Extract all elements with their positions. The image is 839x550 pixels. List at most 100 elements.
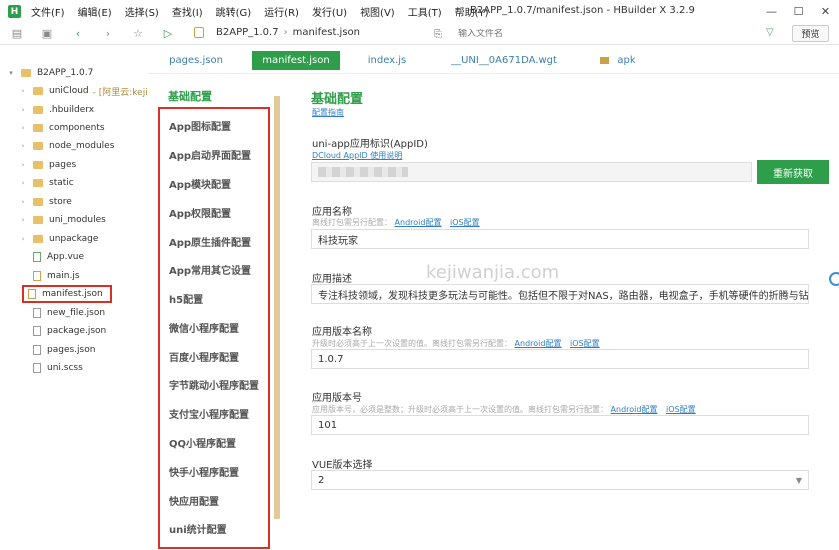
chevron-right-icon[interactable]: ›	[18, 124, 28, 132]
chevron-right-icon[interactable]: ›	[18, 216, 28, 224]
page-title: 基础配置	[311, 92, 364, 107]
tab-wgt[interactable]: __UNI__0A671DA.wgt	[440, 51, 568, 70]
app-desc-input[interactable]: 专注科技领域，发现科技更多玩法与可能性。包括但不限于对NAS，路由器，电视盒子，…	[311, 284, 809, 304]
chevron-right-icon[interactable]: ›	[18, 87, 28, 95]
version-code-input[interactable]: 101	[311, 415, 809, 435]
nav-app-other[interactable]: App常用其它设置	[169, 262, 251, 277]
hint-text: 升级时必须高于上一次设置的值。离线打包需另行配置：	[312, 339, 512, 348]
ios-config-link[interactable]: iOS配置	[666, 405, 696, 414]
run-icon[interactable]: ▷	[161, 26, 175, 40]
tab-pages-json[interactable]: pages.json	[158, 51, 234, 70]
tree-item-label: uniCloud	[49, 86, 89, 96]
tab-apk[interactable]: apk	[600, 51, 636, 70]
tree-item-hbuilderx[interactable]: › .hbuilderx	[18, 101, 166, 119]
filter-icon[interactable]: ▽	[766, 27, 774, 38]
star-icon[interactable]: ☆	[131, 26, 145, 40]
chevron-right-icon[interactable]: ›	[18, 142, 28, 150]
hbuilder-logo-icon: H	[8, 5, 21, 18]
appid-field[interactable]	[311, 162, 752, 182]
nav-app-splash[interactable]: App启动界面配置	[169, 147, 251, 162]
close-icon[interactable]: ✕	[812, 0, 839, 23]
breadcrumb-project[interactable]: B2APP_1.0.7	[216, 27, 279, 38]
menu-tools[interactable]: 工具(T)	[408, 4, 442, 19]
folder-icon	[33, 106, 43, 114]
chevron-down-icon[interactable]: ▾	[6, 69, 16, 77]
chevron-right-icon[interactable]: ›	[18, 235, 28, 243]
tree-item-store[interactable]: › store	[18, 193, 166, 211]
tree-item-label: unpackage	[49, 234, 99, 244]
menu-goto[interactable]: 跳转(G)	[216, 4, 252, 19]
chevron-right-icon[interactable]: ›	[18, 198, 28, 206]
side-panel-toggle-icon[interactable]	[829, 272, 839, 286]
menu-find[interactable]: 查找(I)	[172, 4, 203, 19]
nav-app-icon[interactable]: App图标配置	[169, 118, 231, 133]
menu-file[interactable]: 文件(F)	[31, 4, 65, 19]
nav-uni-stat[interactable]: uni统计配置	[169, 521, 227, 536]
preview-button[interactable]: 预览	[792, 25, 829, 42]
android-config-link[interactable]: Android配置	[515, 339, 562, 348]
ios-config-link[interactable]: iOS配置	[570, 339, 600, 348]
tree-item-pages[interactable]: › pages	[18, 156, 166, 174]
config-guide-link[interactable]: 配置指南	[312, 107, 344, 118]
tree-item-static[interactable]: › static	[18, 174, 166, 192]
tree-item-label: uni.scss	[47, 363, 83, 373]
menu-view[interactable]: 视图(V)	[360, 4, 395, 19]
appid-help-link[interactable]: DCloud AppID 使用说明	[312, 150, 402, 161]
tree-item-label: pages.json	[47, 345, 96, 355]
ios-config-link[interactable]: iOS配置	[450, 218, 480, 227]
folder-icon	[33, 198, 43, 206]
nav-app-native-plugins[interactable]: App原生插件配置	[169, 234, 251, 249]
nav-quickapp[interactable]: 快应用配置	[169, 493, 219, 508]
file-search: ⎘	[434, 26, 784, 42]
new-file-icon[interactable]: ▤	[10, 26, 24, 40]
version-name-hint: 升级时必须高于上一次设置的值。离线打包需另行配置： Android配置 iOS配…	[312, 338, 600, 349]
nav-h5[interactable]: h5配置	[169, 291, 203, 306]
menu-select[interactable]: 选择(S)	[125, 4, 159, 19]
tab-index-js[interactable]: index.js	[358, 51, 416, 70]
back-icon[interactable]: ‹	[71, 26, 85, 40]
version-code-label: 应用版本号	[312, 393, 362, 404]
chevron-right-icon[interactable]: ›	[18, 106, 28, 114]
nav-app-permissions[interactable]: App权限配置	[169, 205, 231, 220]
android-config-link[interactable]: Android配置	[395, 218, 442, 227]
save-icon[interactable]: ▣	[40, 26, 54, 40]
tree-item-components[interactable]: › components	[18, 119, 166, 137]
maximize-icon[interactable]: ☐	[785, 0, 812, 23]
nav-qq-mp[interactable]: QQ小程序配置	[169, 435, 236, 450]
android-config-link[interactable]: Android配置	[611, 405, 658, 414]
tree-item-label: node_modules	[49, 141, 115, 151]
file-search-input[interactable]	[458, 29, 758, 39]
nav-alipay-mp[interactable]: 支付宝小程序配置	[169, 406, 249, 421]
tree-item-root[interactable]: ▾ B2APP_1.0.7	[6, 64, 154, 82]
nav-basic-config[interactable]: 基础配置	[168, 88, 212, 104]
tree-item-node-modules[interactable]: › node_modules	[18, 137, 166, 155]
chevron-right-icon[interactable]: ›	[18, 179, 28, 187]
nav-bytedance-mp[interactable]: 字节跳动小程序配置	[169, 377, 259, 392]
menu-edit[interactable]: 编辑(E)	[78, 4, 112, 19]
regenerate-appid-button[interactable]: 重新获取	[757, 160, 829, 184]
app-name-input[interactable]: 科技玩家	[311, 229, 809, 249]
nav-kuaishou-mp[interactable]: 快手小程序配置	[169, 464, 239, 479]
version-name-label: 应用版本名称	[312, 327, 372, 338]
nav-app-modules[interactable]: App模块配置	[169, 176, 231, 191]
minimize-icon[interactable]: —	[758, 0, 785, 23]
menu-publish[interactable]: 发行(U)	[312, 4, 347, 19]
menu-run[interactable]: 运行(R)	[264, 4, 299, 19]
chevron-right-icon[interactable]: ›	[18, 161, 28, 169]
nav-baidu-mp[interactable]: 百度小程序配置	[169, 349, 239, 364]
nav-scrollbar[interactable]	[274, 96, 280, 519]
tree-item-unpackage[interactable]: › unpackage	[18, 230, 166, 248]
tree-item-uni-modules[interactable]: › uni_modules	[18, 211, 166, 229]
appid-redacted	[318, 167, 408, 177]
breadcrumb-file[interactable]: manifest.json	[293, 27, 360, 38]
nav-wechat-mp[interactable]: 微信小程序配置	[169, 320, 239, 335]
vue-version-select[interactable]: 2 ▼	[311, 470, 809, 490]
tree-item-unicloud[interactable]: › uniCloud - [阿里云:kejiw	[18, 82, 166, 100]
tree-item-label: uni_modules	[49, 215, 106, 225]
folder-icon	[21, 69, 31, 77]
version-name-input[interactable]: 1.0.7	[311, 349, 809, 369]
scss-file-icon	[33, 363, 41, 373]
forward-icon[interactable]: ›	[101, 26, 115, 40]
tree-item-manifest-json[interactable]: manifest.json	[22, 285, 112, 303]
tab-manifest-json[interactable]: manifest.json	[252, 51, 340, 70]
